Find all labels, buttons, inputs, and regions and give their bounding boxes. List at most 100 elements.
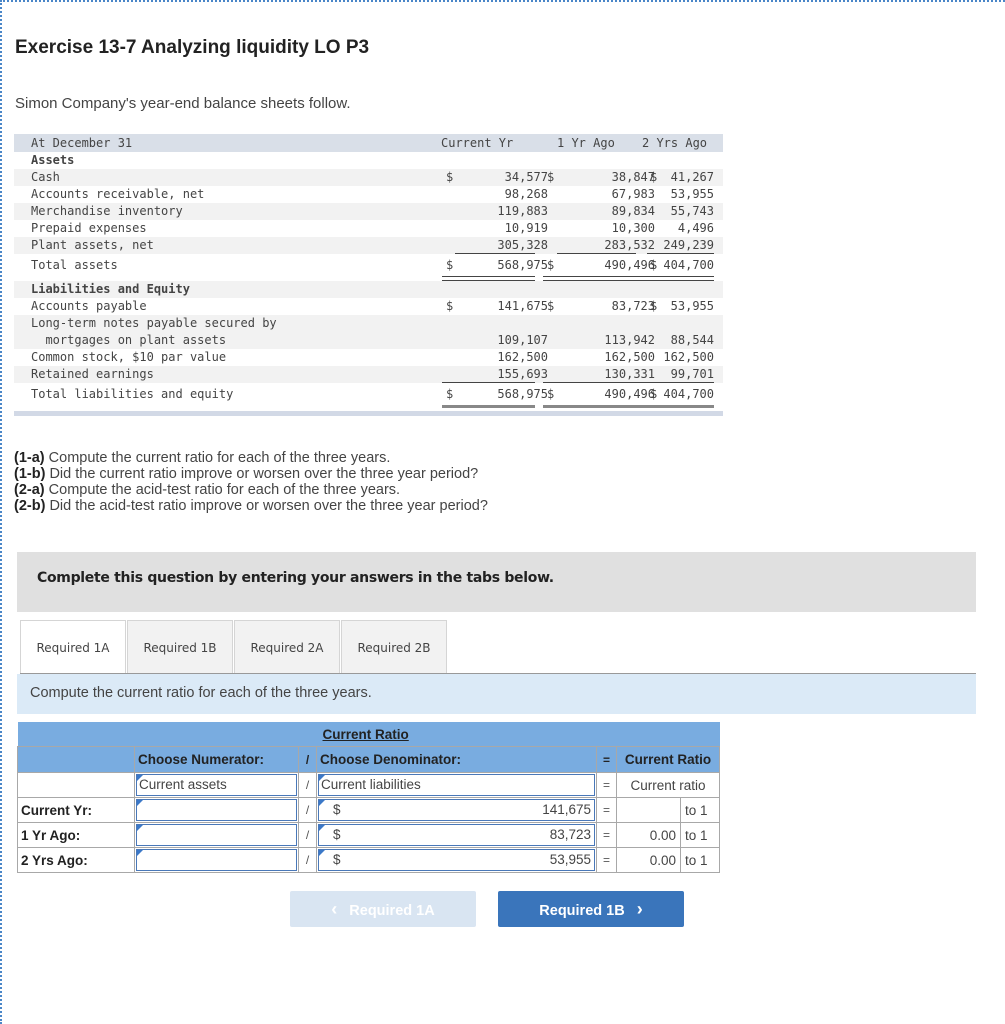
value-1-yr-ago: 113,942 (604, 333, 655, 347)
row-label: Prepaid expenses (31, 221, 147, 235)
question-tag: (2-b) (14, 498, 46, 514)
label-row: Current assets / Current liabilities = C… (17, 772, 720, 798)
numerator-select[interactable]: Current assets (136, 774, 297, 796)
assets-heading-label: Assets (31, 153, 75, 167)
result-label: Current ratio (616, 772, 720, 798)
row-label: Accounts payable (31, 299, 147, 313)
value-current-yr: 155,693 (497, 367, 548, 381)
table-row: Merchandise inventory 119,883 89,834 55,… (14, 203, 723, 220)
question-1a: (1-a) Compute the current ratio for each… (14, 450, 488, 466)
tab-required-1b[interactable]: Required 1B (127, 620, 233, 674)
denominator-value: 53,955 (549, 852, 591, 867)
ratio-value: 0.00 (616, 822, 681, 848)
prev-button-label: Required 1A (349, 903, 435, 919)
divide-sign: / (298, 797, 317, 823)
value-current-yr: 34,577 (504, 170, 548, 184)
row-label: Long-term notes payable secured by (31, 316, 277, 330)
to-one-label: to 1 (680, 847, 720, 873)
col-current-yr: Current Yr (441, 136, 514, 150)
value-1-yr-ago: 283,532 (604, 238, 655, 252)
table-row: Cash $ $ $ 34,577 38,847 41,267 (14, 169, 723, 186)
denominator-input[interactable]: $53,955 (318, 849, 595, 871)
table-row-2-yrs-ago: 2 Yrs Ago: / $53,955 = 0.00 to 1 (17, 847, 720, 873)
currency-sign: $ (333, 852, 341, 867)
col-1-yr-ago: 1 Yr Ago (557, 136, 615, 150)
question-tag: (1-a) (14, 450, 45, 466)
tab-required-1a[interactable]: Required 1A (20, 620, 126, 675)
total-assets-row: Total assets $ $ $ 568,975 490,496 404,7… (14, 254, 723, 281)
table-row-current-yr: Current Yr: / $141,675 = to 1 (17, 797, 720, 823)
ratio-value (616, 797, 681, 823)
next-required-1b-button[interactable]: Required 1B › (498, 891, 684, 927)
ratio-value: 0.00 (616, 847, 681, 873)
value-current-yr: 10,919 (504, 221, 548, 235)
numerator-input[interactable] (136, 824, 297, 846)
row-label: Total assets (31, 258, 118, 272)
table-row: Accounts receivable, net 98,268 67,983 5… (14, 186, 723, 203)
numerator-input[interactable] (136, 849, 297, 871)
value-2-yrs-ago: 162,500 (663, 350, 714, 364)
table-row-1-yr-ago: 1 Yr Ago: / $83,723 = 0.00 to 1 (17, 822, 720, 848)
row-label: Accounts receivable, net (31, 187, 205, 201)
question-2a: (2-a) Compute the acid-test ratio for ea… (14, 482, 488, 498)
question-text: Did the current ratio improve or worsen … (45, 466, 479, 482)
table-title: Current Ratio (316, 722, 720, 747)
value-2-yrs-ago: 99,701 (670, 367, 714, 381)
equals-sign: = (596, 797, 617, 823)
tab-required-2a[interactable]: Required 2A (234, 620, 340, 674)
divide-sign: / (298, 822, 317, 848)
total-liabilities-row: Total liabilities and equity $ $ $ 568,9… (14, 383, 723, 408)
current-ratio-table: Current Ratio Choose Numerator: / Choose… (17, 722, 720, 873)
page-title: Exercise 13-7 Analyzing liquidity LO P3 (15, 37, 370, 58)
question-text: Compute the current ratio for each of th… (44, 450, 391, 466)
table-header-row: Choose Numerator: / Choose Denominator: … (17, 746, 720, 773)
value-current-yr: 109,107 (497, 333, 548, 347)
row-label: 2 Yrs Ago: (17, 847, 135, 873)
denominator-value: 141,675 (542, 802, 591, 817)
table-row: Retained earnings 155,693 130,331 99,701 (14, 366, 723, 383)
row-label: 1 Yr Ago: (17, 822, 135, 848)
numerator-header: Choose Numerator: (134, 746, 299, 773)
numerator-input[interactable] (136, 799, 297, 821)
value-2-yrs-ago: 55,743 (670, 204, 714, 218)
header-label: At December 31 (31, 136, 133, 150)
divide-sign: / (298, 847, 317, 873)
value-1-yr-ago: 83,723 (611, 299, 655, 313)
row-label: Current Yr: (17, 797, 135, 823)
value-2-yrs-ago: 249,239 (663, 238, 714, 252)
intro-text: Simon Company's year-end balance sheets … (15, 95, 351, 112)
question-tag: (1-b) (14, 466, 46, 482)
denominator-input[interactable]: $141,675 (318, 799, 595, 821)
denominator-input[interactable]: $83,723 (318, 824, 595, 846)
tab-required-2b[interactable]: Required 2B (341, 620, 447, 674)
balance-sheet-footer-bar (14, 411, 723, 416)
equals-sign: = (596, 822, 617, 848)
frame-border-top (0, 0, 1005, 2)
row-label: Total liabilities and equity (31, 387, 234, 401)
row-label-continued: mortgages on plant assets (31, 333, 227, 347)
denominator-header: Choose Denominator: (316, 746, 597, 773)
value-2-yrs-ago: 88,544 (670, 333, 714, 347)
liabilities-heading-label: Liabilities and Equity (31, 282, 190, 296)
value-1-yr-ago: 67,983 (611, 187, 655, 201)
denominator-value: 83,723 (549, 827, 591, 842)
table-row: Prepaid expenses 10,919 10,300 4,496 (14, 220, 723, 237)
chevron-right-icon: › (636, 899, 643, 919)
currency-sign: $ (333, 827, 341, 842)
assets-heading: Assets (14, 152, 723, 169)
col-2-yrs-ago: 2 Yrs Ago (642, 136, 708, 150)
instruction-banner: Compute the current ratio for each of th… (17, 674, 976, 714)
chevron-left-icon: ‹ (331, 899, 338, 919)
value-1-yr-ago: 130,331 (604, 367, 655, 381)
liabilities-heading: Liabilities and Equity (14, 281, 723, 298)
questions-list: (1-a) Compute the current ratio for each… (14, 450, 488, 514)
question-tag: (2-a) (14, 482, 45, 498)
value-current-yr: 568,975 (497, 258, 548, 272)
denominator-select[interactable]: Current liabilities (318, 774, 595, 796)
double-underline (543, 405, 636, 408)
to-one-label: to 1 (680, 822, 720, 848)
value-2-yrs-ago: 53,955 (670, 187, 714, 201)
value-current-yr: 568,975 (497, 387, 548, 401)
row-label: Plant assets, net (31, 238, 154, 252)
prev-required-1a-button[interactable]: ‹ Required 1A (290, 891, 476, 927)
